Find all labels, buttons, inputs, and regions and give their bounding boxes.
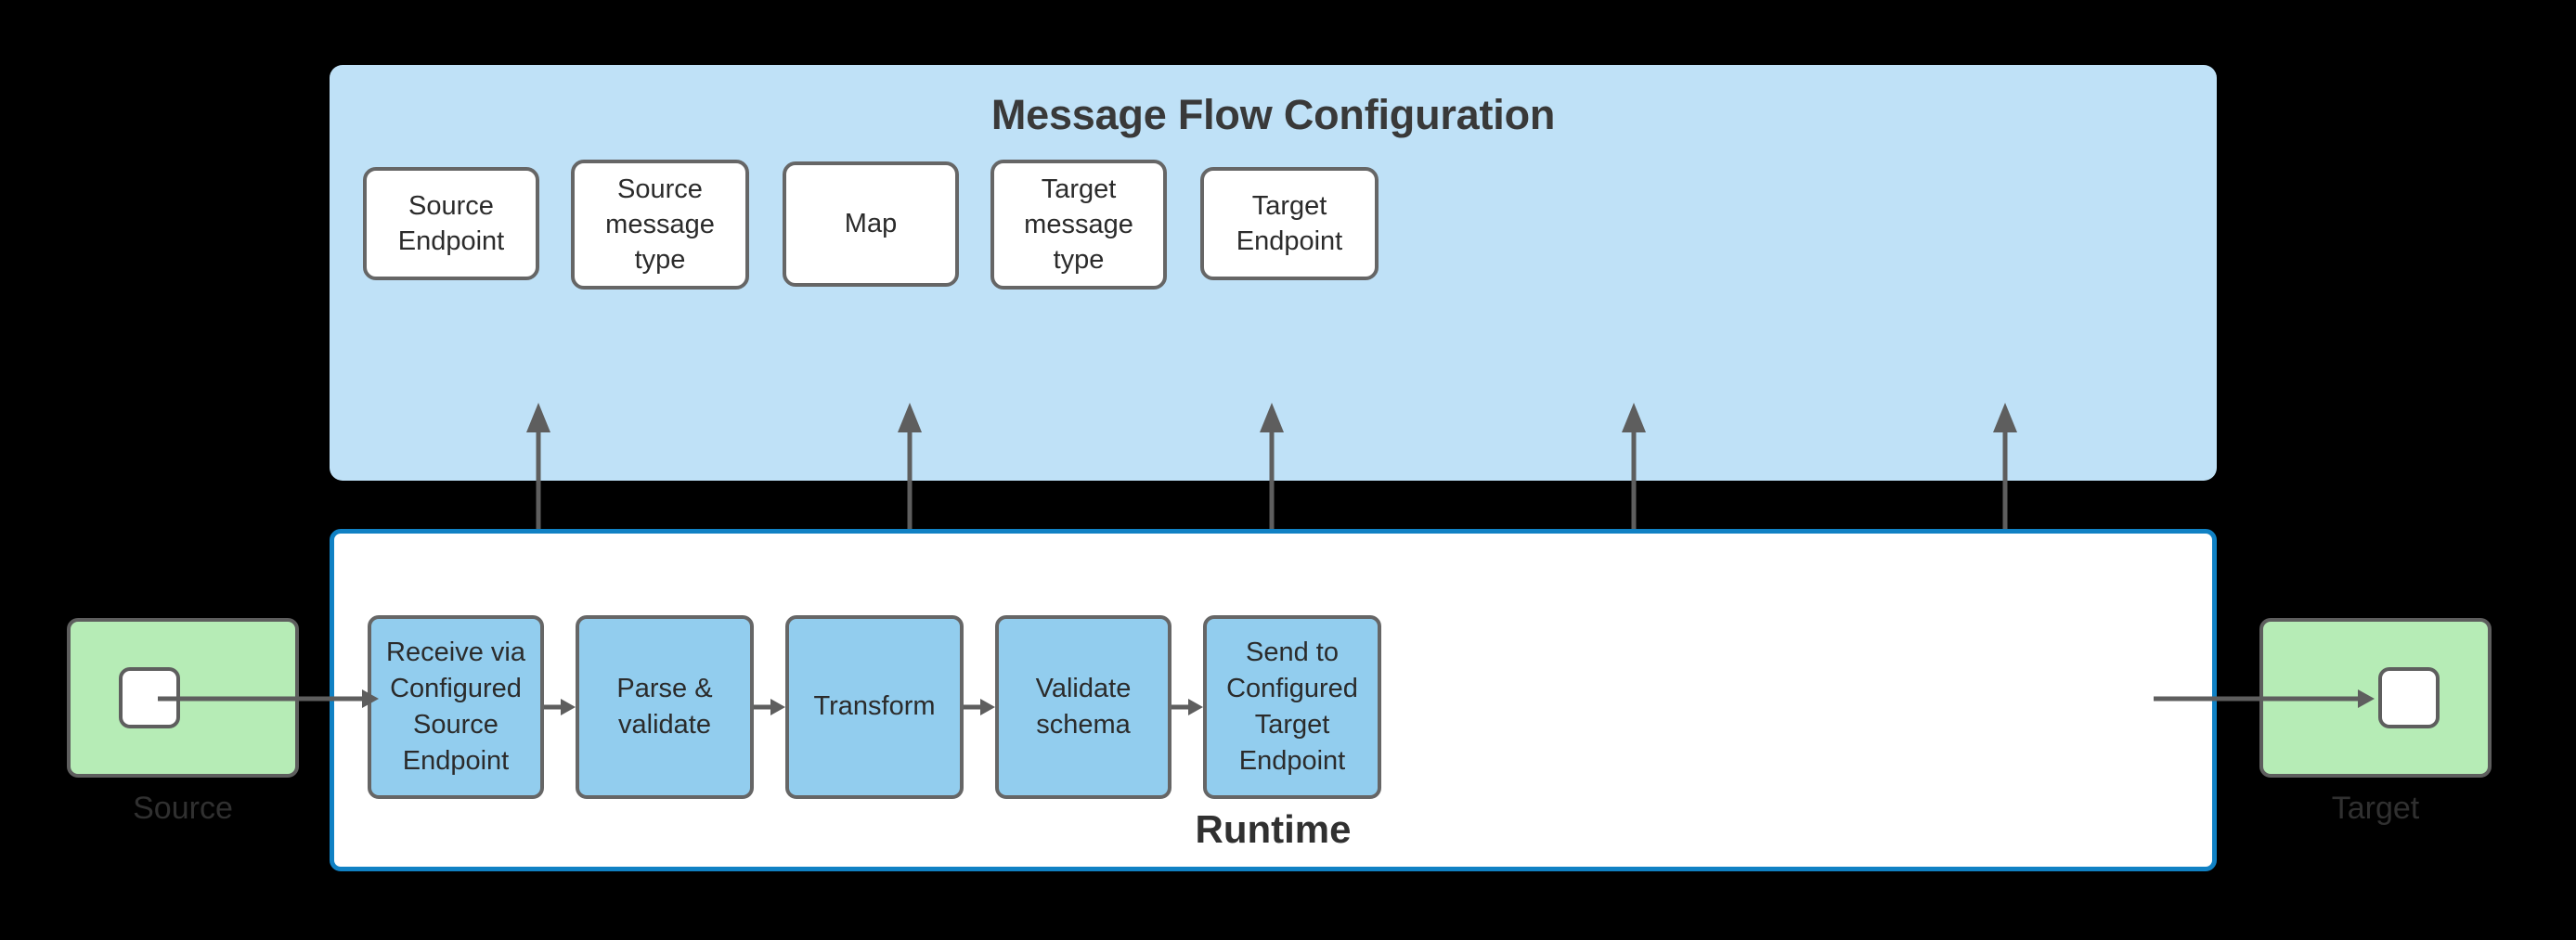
config-box-source-message-type[interactable]: Source message type bbox=[571, 160, 749, 290]
config-box-map[interactable]: Map bbox=[783, 161, 959, 287]
runtime-panel: Runtime Receive via Configured Source En… bbox=[330, 529, 2217, 871]
target-node-port-icon bbox=[2378, 667, 2440, 728]
step-box-validate-schema[interactable]: Validate schema bbox=[995, 615, 1171, 799]
source-node-label: Source bbox=[133, 791, 233, 826]
arrow-transform-to-validate bbox=[964, 693, 997, 721]
arrow-parse-to-transform bbox=[754, 693, 787, 721]
config-box-source-endpoint[interactable]: Source Endpoint bbox=[363, 167, 539, 280]
config-box-target-message-type[interactable]: Target message type bbox=[990, 160, 1167, 290]
step-box-transform[interactable]: Transform bbox=[785, 615, 964, 799]
arrow-receive-to-parse bbox=[544, 693, 577, 721]
arrow-source-to-runtime bbox=[158, 685, 381, 713]
runtime-panel-title: Runtime bbox=[1195, 807, 1352, 851]
step-box-send-to-configured-target-endpoint[interactable]: Send to Configured Target Endpoint bbox=[1203, 615, 1381, 799]
arrow-validate-to-send bbox=[1171, 693, 1205, 721]
step-box-parse-and-validate[interactable]: Parse & validate bbox=[576, 615, 754, 799]
config-box-target-endpoint[interactable]: Target Endpoint bbox=[1200, 167, 1379, 280]
target-node-label: Target bbox=[2331, 791, 2420, 826]
diagram-canvas: Message Flow Configuration Source Endpoi… bbox=[0, 0, 2576, 940]
config-panel-title: Message Flow Configuration bbox=[990, 91, 1556, 138]
step-box-receive-via-configured-source-endpoint[interactable]: Receive via Configured Source Endpoint bbox=[368, 615, 544, 799]
arrow-runtime-to-target bbox=[2154, 685, 2376, 713]
